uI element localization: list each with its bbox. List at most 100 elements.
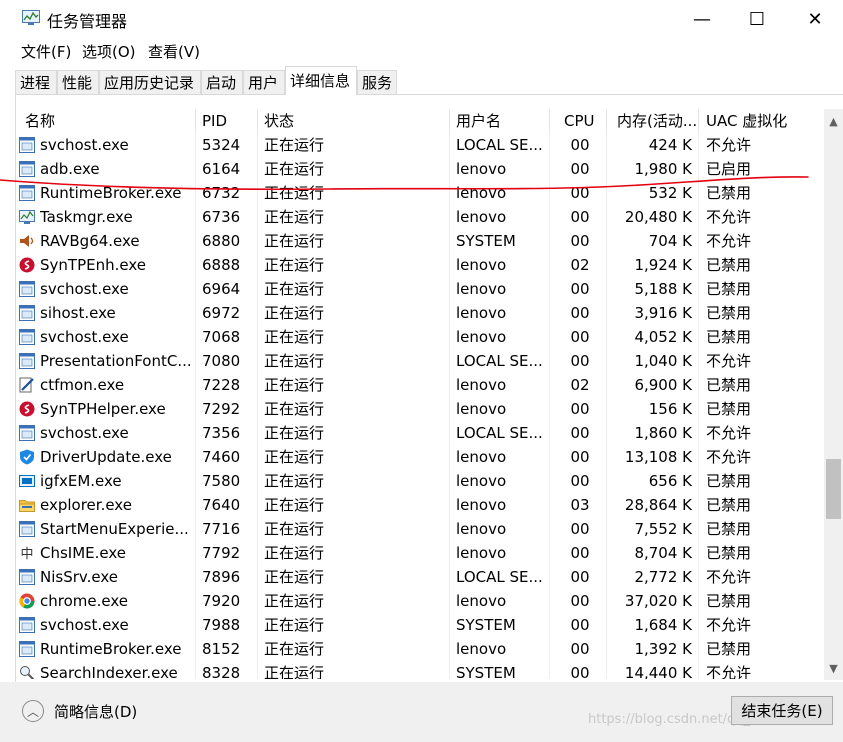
- cell-mem: 37,020 K: [624, 592, 692, 610]
- menu-options[interactable]: 选项(O): [82, 41, 136, 62]
- minimize-button[interactable]: —: [674, 0, 730, 38]
- menu-file[interactable]: 文件(F): [21, 41, 71, 62]
- tab-startup[interactable]: 启动: [201, 70, 243, 94]
- cell-cpu: 00: [570, 352, 590, 370]
- table-row[interactable]: RuntimeBroker.exe 6732 正在运行 lenovo 00 532 K 已禁…: [16, 181, 826, 205]
- fewer-details-label[interactable]: 简略信息(D): [54, 701, 137, 722]
- table-row[interactable]: 中 ChsIME.exe 7792 正在运行 lenovo 00 8,704 K 已禁用: [16, 541, 826, 565]
- cell-pid: 7640: [202, 496, 241, 514]
- table-row[interactable]: NisSrv.exe 7896 正在运行 LOCAL SE... 00 2,772 K 不允…: [16, 565, 826, 589]
- table-row[interactable]: StartMenuExperie... 7716 正在运行 lenovo 00 7,552…: [16, 517, 826, 541]
- window-title: 任务管理器: [47, 12, 128, 31]
- cell-user: lenovo: [456, 304, 507, 322]
- tab-users[interactable]: 用户: [243, 70, 285, 94]
- table-row[interactable]: svchost.exe 6964 正在运行 lenovo 00 5,188 K 已禁用: [16, 277, 826, 301]
- cell-name: svchost.exe: [40, 616, 129, 634]
- scrollbar-thumb[interactable]: [826, 459, 841, 519]
- tab-details[interactable]: 详细信息: [285, 66, 357, 95]
- table-row[interactable]: ctfmon.exe 7228 正在运行 lenovo 02 6,900 K 已禁用: [16, 373, 826, 397]
- cell-uac: 已禁用: [706, 328, 752, 346]
- cell-cpu: 00: [570, 472, 590, 490]
- header-name[interactable]: 名称: [25, 109, 195, 133]
- header-memory[interactable]: 内存(活动...: [617, 109, 697, 133]
- vertical-scrollbar[interactable]: ▲ ▼: [824, 109, 843, 680]
- scroll-down-arrow-icon[interactable]: ▼: [824, 658, 843, 678]
- table-row[interactable]: SearchIndexer.exe 8328 正在运行 SYSTEM 00 14,440 …: [16, 661, 826, 679]
- fewer-details-toggle[interactable]: ︿ 简略信息(D): [22, 700, 137, 722]
- chevron-up-icon[interactable]: ︿: [22, 700, 44, 722]
- table-row[interactable]: igfxEM.exe 7580 正在运行 lenovo 00 656 K 已禁用: [16, 469, 826, 493]
- cell-uac: 不允许: [706, 664, 752, 679]
- table-row[interactable]: svchost.exe 7068 正在运行 lenovo 00 4,052 K 已禁用: [16, 325, 826, 349]
- table-row[interactable]: chrome.exe 7920 正在运行 lenovo 00 37,020 K 已禁用: [16, 589, 826, 613]
- cell-status: 正在运行: [264, 664, 325, 679]
- cell-status: 正在运行: [264, 448, 325, 466]
- cell-pid: 5324: [202, 136, 241, 154]
- header-divider[interactable]: [257, 109, 258, 133]
- table-row[interactable]: adb.exe 6164 正在运行 lenovo 00 1,980 K 已启用: [16, 157, 826, 181]
- table-row[interactable]: Taskmgr.exe 6736 正在运行 lenovo 00 20,480 K 不允许: [16, 205, 826, 229]
- table-row[interactable]: svchost.exe 7988 正在运行 SYSTEM 00 1,684 K 不允许: [16, 613, 826, 637]
- table-row[interactable]: explorer.exe 7640 正在运行 lenovo 03 28,864 K 已禁用: [16, 493, 826, 517]
- cell-name: igfxEM.exe: [40, 472, 122, 490]
- scroll-up-arrow-icon[interactable]: ▲: [824, 111, 843, 131]
- header-divider[interactable]: [549, 109, 550, 133]
- ime-icon: 中: [20, 547, 33, 561]
- cell-uac: 已禁用: [706, 304, 752, 322]
- cell-name: SynTPHelper.exe: [40, 400, 166, 418]
- end-task-button[interactable]: 结束任务(E): [731, 696, 833, 725]
- cell-mem: 7,552 K: [634, 520, 692, 538]
- table-row[interactable]: RuntimeBroker.exe 8152 正在运行 lenovo 00 1,392 K…: [16, 637, 826, 661]
- cell-uac: 不允许: [706, 232, 752, 250]
- header-status[interactable]: 状态: [264, 109, 444, 133]
- cell-mem: 6,900 K: [634, 376, 692, 394]
- cell-user: lenovo: [456, 544, 507, 562]
- cell-user: lenovo: [456, 256, 507, 274]
- table-row[interactable]: SynTPEnh.exe 6888 正在运行 lenovo 02 1,924 K 已禁用: [16, 253, 826, 277]
- cell-user: LOCAL SE...: [456, 136, 543, 154]
- cell-uac: 不允许: [706, 616, 752, 634]
- table-row[interactable]: svchost.exe 7356 正在运行 LOCAL SE... 00 1,860 K 不…: [16, 421, 826, 445]
- header-cpu[interactable]: CPU: [564, 109, 604, 133]
- tab-app-history[interactable]: 应用历史记录: [99, 70, 201, 94]
- header-uac[interactable]: UAC 虚拟化: [706, 109, 821, 133]
- tab-processes[interactable]: 进程: [15, 70, 57, 94]
- cell-cpu: 00: [570, 280, 590, 298]
- cell-status: 正在运行: [264, 208, 325, 226]
- cell-mem: 1,392 K: [634, 640, 692, 658]
- table-row[interactable]: svchost.exe 5324 正在运行 LOCAL SE... 00 424 K 不允许: [16, 133, 826, 157]
- table-row[interactable]: PresentationFontC... 7080 正在运行 LOCAL SE... 0…: [16, 349, 826, 373]
- table-row[interactable]: RAVBg64.exe 6880 正在运行 SYSTEM 00 704 K 不允许: [16, 229, 826, 253]
- header-divider[interactable]: [698, 109, 699, 133]
- service-host-icon: [19, 521, 35, 537]
- cell-mem: 4,052 K: [634, 328, 692, 346]
- cell-name: svchost.exe: [40, 424, 129, 442]
- header-divider[interactable]: [195, 109, 196, 133]
- cell-mem: 28,864 K: [624, 496, 692, 514]
- cell-pid: 6880: [202, 232, 241, 250]
- cell-status: 正在运行: [264, 472, 325, 490]
- header-username[interactable]: 用户名: [456, 109, 546, 133]
- table-row[interactable]: sihost.exe 6972 正在运行 lenovo 00 3,916 K 已禁用: [16, 301, 826, 325]
- header-divider[interactable]: [606, 109, 607, 133]
- cell-uac: 已禁用: [706, 400, 752, 418]
- tab-bar: 进程 性能 应用历史记录 启动 用户 详细信息 服务: [15, 66, 843, 95]
- cell-user: lenovo: [456, 640, 507, 658]
- menu-view[interactable]: 查看(V): [148, 41, 200, 62]
- tab-performance[interactable]: 性能: [57, 70, 99, 94]
- header-divider[interactable]: [449, 109, 450, 133]
- cell-pid: 7716: [202, 520, 241, 538]
- close-button[interactable]: ✕: [787, 0, 843, 38]
- shield-icon: [20, 449, 34, 465]
- maximize-button[interactable]: ☐: [729, 0, 785, 38]
- cell-cpu: 02: [570, 376, 590, 394]
- cell-status: 正在运行: [264, 352, 325, 370]
- cell-mem: 1,040 K: [634, 352, 692, 370]
- table-row[interactable]: DriverUpdate.exe 7460 正在运行 lenovo 00 13,108 K…: [16, 445, 826, 469]
- cell-user: LOCAL SE...: [456, 424, 543, 442]
- table-row[interactable]: SynTPHelper.exe 7292 正在运行 lenovo 00 156 K 已禁用: [16, 397, 826, 421]
- tab-services[interactable]: 服务: [357, 70, 397, 94]
- cell-mem: 532 K: [648, 184, 692, 202]
- service-host-icon: [19, 281, 35, 297]
- cell-status: 正在运行: [264, 496, 325, 514]
